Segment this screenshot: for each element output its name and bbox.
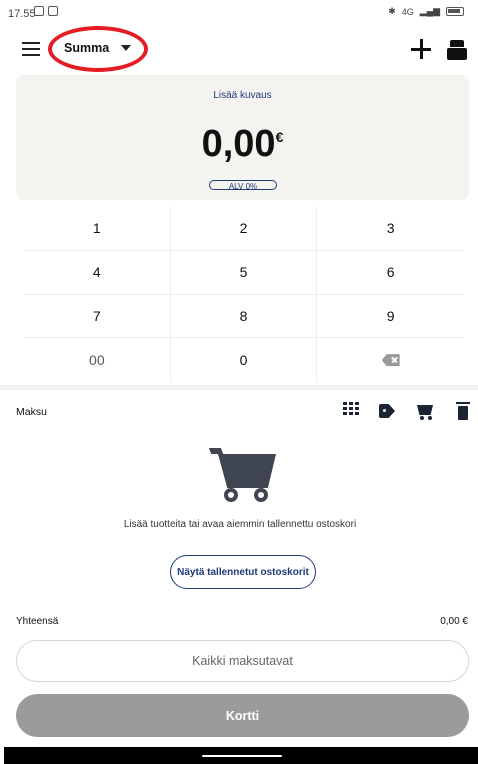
key-3[interactable]: 3 xyxy=(317,207,464,251)
mail-icon xyxy=(34,6,44,16)
menu-icon[interactable] xyxy=(22,42,40,56)
payment-section-label: Maksu xyxy=(16,406,47,418)
sim-icon xyxy=(48,6,58,16)
numeric-keypad: 1 2 3 4 5 6 7 8 9 00 0 xyxy=(24,207,464,382)
notification-icons xyxy=(34,6,58,16)
key-5[interactable]: 5 xyxy=(170,250,318,295)
key-1[interactable]: 1 xyxy=(24,207,171,251)
key-00[interactable]: 00 xyxy=(24,338,171,382)
amount-panel: Lisää kuvaus 0,00€ ALV 0% xyxy=(16,75,469,200)
backspace-icon xyxy=(381,354,400,367)
section-divider xyxy=(0,385,478,390)
home-handle[interactable] xyxy=(202,755,282,757)
system-nav-bar xyxy=(4,747,478,764)
cart-icon[interactable] xyxy=(416,400,436,422)
key-6[interactable]: 6 xyxy=(317,251,464,295)
add-description-link[interactable]: Lisää kuvaus xyxy=(16,90,469,101)
vat-selector[interactable]: ALV 0% xyxy=(209,180,277,190)
keypad-icon[interactable] xyxy=(340,400,360,422)
status-right: ✱ 4G ▂▄▆ xyxy=(388,6,464,17)
card-payment-button[interactable]: Kortti xyxy=(16,694,469,737)
battery-icon xyxy=(446,7,464,16)
tag-icon[interactable] xyxy=(378,400,398,422)
key-4[interactable]: 4 xyxy=(24,250,171,295)
network-label: 4G xyxy=(401,6,414,17)
payment-toolbar xyxy=(340,400,474,422)
signal-icon: ▂▄▆ xyxy=(419,6,440,16)
key-9[interactable]: 9 xyxy=(317,295,464,339)
mode-dropdown[interactable]: Summa xyxy=(64,41,132,55)
all-payment-methods-button[interactable]: Kaikki maksutavat xyxy=(16,640,469,682)
empty-cart-icon xyxy=(208,448,276,504)
amount-display: 0,00€ xyxy=(16,123,469,166)
currency-symbol: € xyxy=(275,129,284,145)
key-7[interactable]: 7 xyxy=(24,294,171,339)
key-8[interactable]: 8 xyxy=(170,294,318,339)
amount-value: 0,00 xyxy=(201,123,276,165)
app-bar: Summa xyxy=(0,26,478,72)
mode-label: Summa xyxy=(64,41,110,55)
status-bar: 17.55 ✱ 4G ▂▄▆ xyxy=(0,0,478,26)
caret-down-icon xyxy=(121,45,132,51)
empty-cart-message: Lisää tuotteita tai avaa aiemmin tallenn… xyxy=(123,519,357,530)
bluetooth-icon: ✱ xyxy=(388,6,396,16)
cash-register-icon[interactable] xyxy=(447,40,467,60)
status-time: 17.55 xyxy=(8,8,36,20)
total-label: Yhteensä xyxy=(16,616,59,627)
key-2[interactable]: 2 xyxy=(170,207,318,251)
show-saved-carts-button[interactable]: Näytä tallennetut ostoskorit xyxy=(170,555,316,589)
trash-icon[interactable] xyxy=(454,400,474,422)
add-icon[interactable] xyxy=(410,38,432,60)
total-value: 0,00 € xyxy=(440,616,468,627)
backspace-key[interactable] xyxy=(317,338,464,382)
key-0[interactable]: 0 xyxy=(171,338,318,382)
